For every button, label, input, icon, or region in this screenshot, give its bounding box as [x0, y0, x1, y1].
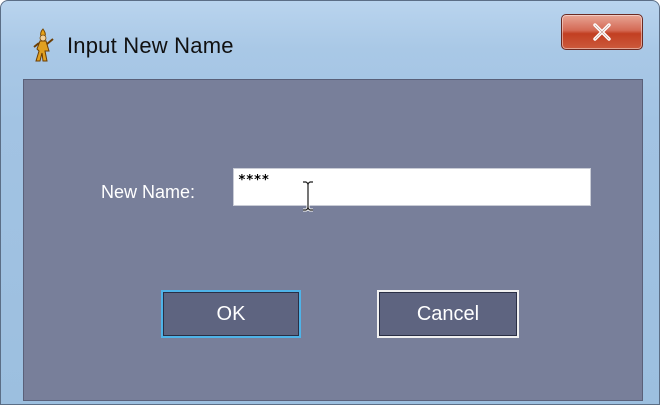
close-icon — [593, 23, 611, 41]
new-name-label: New Name: — [101, 182, 196, 202]
wizard-figure-icon — [29, 27, 57, 63]
cancel-button[interactable]: Cancel — [377, 290, 519, 338]
text-cursor-icon — [300, 180, 316, 212]
ok-button[interactable]: OK — [161, 290, 301, 338]
dialog-window: Input New Name New Name: OK Cancel — [0, 0, 660, 405]
window-title: Input New Name — [67, 33, 234, 58]
title-bar[interactable]: Input New Name — [1, 1, 659, 79]
close-button[interactable] — [561, 14, 643, 50]
dialog-body: New Name: OK Cancel — [23, 79, 643, 401]
new-name-input[interactable] — [233, 168, 591, 206]
